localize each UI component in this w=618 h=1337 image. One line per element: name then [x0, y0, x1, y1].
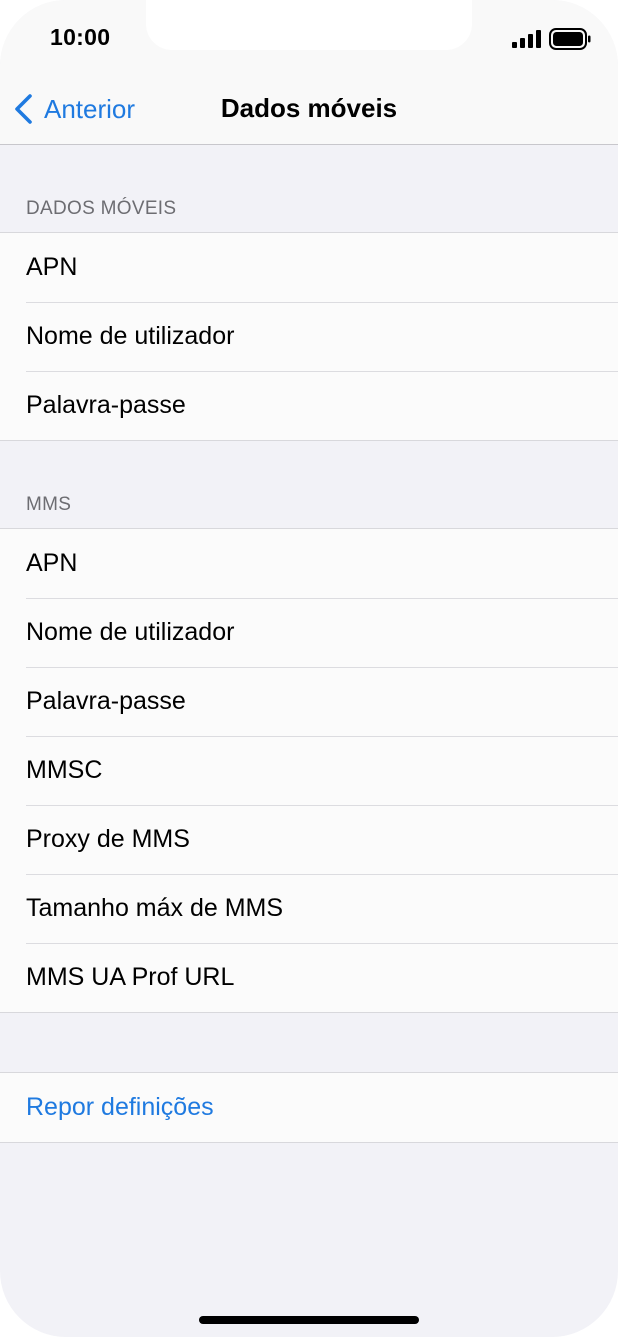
status-bar: 10:00: [0, 0, 618, 72]
battery-full-icon: [549, 28, 591, 50]
reset-group: Repor definições: [0, 1072, 618, 1143]
chevron-left-icon: [15, 94, 32, 124]
mms-apn-row[interactable]: APN: [0, 529, 618, 598]
back-button[interactable]: Anterior: [12, 92, 135, 126]
mms-max-size-row[interactable]: Tamanho máx de MMS: [0, 874, 618, 943]
back-button-label: Anterior: [44, 93, 136, 124]
mmsc-row[interactable]: MMSC: [0, 736, 618, 805]
mms-group: APN Nome de utilizador Palavra-passe MMS…: [0, 528, 618, 1013]
reset-settings-button[interactable]: Repor definições: [0, 1073, 618, 1142]
cellular-signal-icon: [512, 30, 541, 48]
mms-ua-prof-url-row[interactable]: MMS UA Prof URL: [0, 943, 618, 1012]
mms-proxy-row[interactable]: Proxy de MMS: [0, 805, 618, 874]
navigation-bar: Dados móveis Anterior: [0, 72, 618, 145]
home-indicator[interactable]: [199, 1316, 419, 1324]
section-header-mobile-data: DADOS MÓVEIS: [26, 198, 177, 219]
mms-username-row[interactable]: Nome de utilizador: [0, 598, 618, 667]
mobile-data-username-row[interactable]: Nome de utilizador: [0, 302, 618, 371]
mms-password-row[interactable]: Palavra-passe: [0, 667, 618, 736]
mobile-data-password-row[interactable]: Palavra-passe: [0, 371, 618, 440]
mobile-data-apn-row[interactable]: APN: [0, 233, 618, 302]
section-header-mms: MMS: [26, 494, 72, 515]
notch: [146, 0, 472, 50]
mobile-data-group: APN Nome de utilizador Palavra-passe: [0, 232, 618, 441]
status-time: 10:00: [50, 24, 111, 50]
phone-screen: 10:00 Dados móveis Anterior DADOS MÓVEIS…: [0, 0, 618, 1337]
